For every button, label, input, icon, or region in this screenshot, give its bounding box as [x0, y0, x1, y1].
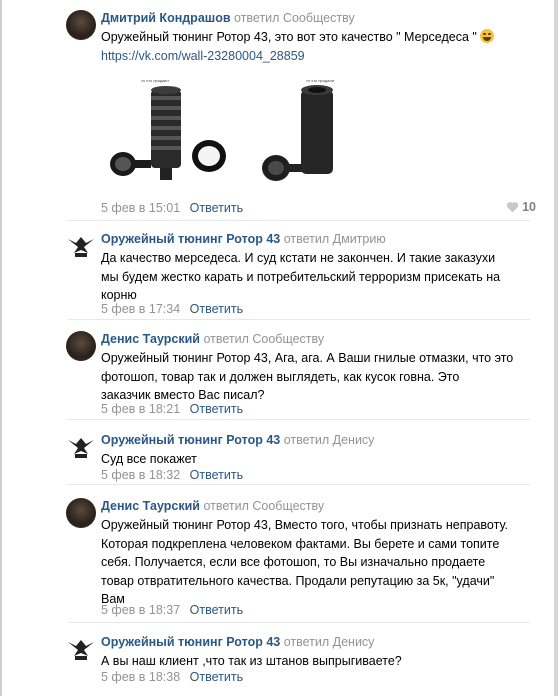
comment: Дмитрий Кондрашов ответил Сообществу Ору… [66, 10, 536, 221]
post-link[interactable]: https://vk.com/wall-23280004_28859 [101, 49, 305, 63]
screenshot-left-border [0, 0, 2, 696]
like-count: 10 [522, 200, 536, 214]
heart-icon [506, 202, 518, 213]
reply-target[interactable]: ответил Денису [284, 433, 375, 447]
reply-target[interactable]: ответил Дмитрию [284, 232, 386, 246]
comment-text: Суд все покажет [101, 452, 197, 466]
avatar[interactable] [66, 231, 96, 261]
comment-text: А вы наш клиент ,что так из штанов выпры… [101, 654, 402, 668]
comment-author[interactable]: Денис Таурский [101, 499, 200, 513]
comment: Денис Таурский ответил Сообществу Оружей… [66, 498, 530, 623]
comment-author[interactable]: Оружейный тюнинг Ротор 43 [101, 433, 280, 447]
avatar[interactable] [66, 634, 96, 664]
avatar[interactable] [66, 498, 96, 528]
comment-author[interactable]: Денис Таурский [101, 332, 200, 346]
comment-date[interactable]: 5 фев в 18:21 [101, 402, 180, 416]
avatar[interactable] [66, 331, 96, 361]
photo-caption-left: то что продают [141, 78, 169, 83]
reply-button[interactable]: Ответить [190, 670, 243, 684]
comment-date[interactable]: 5 фев в 15:01 [101, 201, 180, 215]
comment: Оружейный тюнинг Ротор 43 ответил Дмитри… [66, 231, 530, 320]
comment: Оружейный тюнинг Ротор 43 ответил Денису… [66, 634, 530, 690]
avatar[interactable] [66, 432, 96, 462]
comment-date[interactable]: 5 фев в 18:38 [101, 670, 180, 684]
reply-button[interactable]: Ответить [190, 302, 243, 316]
comment: Оружейный тюнинг Ротор 43 ответил Денису… [66, 432, 530, 485]
attached-photo[interactable]: то что продают то что продали [101, 72, 361, 202]
comment-author[interactable]: Дмитрий Кондрашов [101, 11, 231, 25]
reply-button[interactable]: Ответить [190, 402, 243, 416]
comment-date[interactable]: 5 фев в 18:32 [101, 468, 180, 482]
rotor43-logo-icon [68, 640, 94, 660]
reply-target[interactable]: ответил Денису [284, 635, 375, 649]
comment-text: Оружейный тюнинг Ротор 43, Ага, ага. А В… [101, 351, 514, 402]
comment-date[interactable]: 5 фев в 17:34 [101, 302, 180, 316]
comment-date[interactable]: 5 фев в 18:37 [101, 603, 180, 617]
avatar[interactable] [66, 10, 96, 40]
comment-author[interactable]: Оружейный тюнинг Ротор 43 [101, 232, 280, 246]
grinning-squint-emoji-icon [480, 29, 495, 43]
comment-text: Оружейный тюнинг Ротор 43, Вместо того, … [101, 518, 508, 606]
reply-target[interactable]: ответил Сообществу [234, 11, 355, 25]
reply-target[interactable]: ответил Сообществу [203, 332, 324, 346]
reply-button[interactable]: Ответить [190, 468, 243, 482]
rotor43-logo-icon [68, 438, 94, 458]
comment-author[interactable]: Оружейный тюнинг Ротор 43 [101, 635, 280, 649]
reply-target[interactable]: ответил Сообществу [203, 499, 324, 513]
rotor43-logo-icon [68, 237, 94, 257]
reply-button[interactable]: Ответить [190, 201, 243, 215]
comment-text: Оружейный тюнинг Ротор 43, это вот это к… [101, 28, 530, 65]
reply-button[interactable]: Ответить [190, 603, 243, 617]
photo-caption-right: то что продали [306, 78, 334, 83]
comment: Денис Таурский ответил Сообществу Оружей… [66, 331, 530, 420]
screenshot-right-border [554, 0, 558, 696]
comment-text: Да качество мерседеса. И суд кстати не з… [101, 251, 501, 302]
like-button[interactable]: 10 [506, 200, 536, 214]
